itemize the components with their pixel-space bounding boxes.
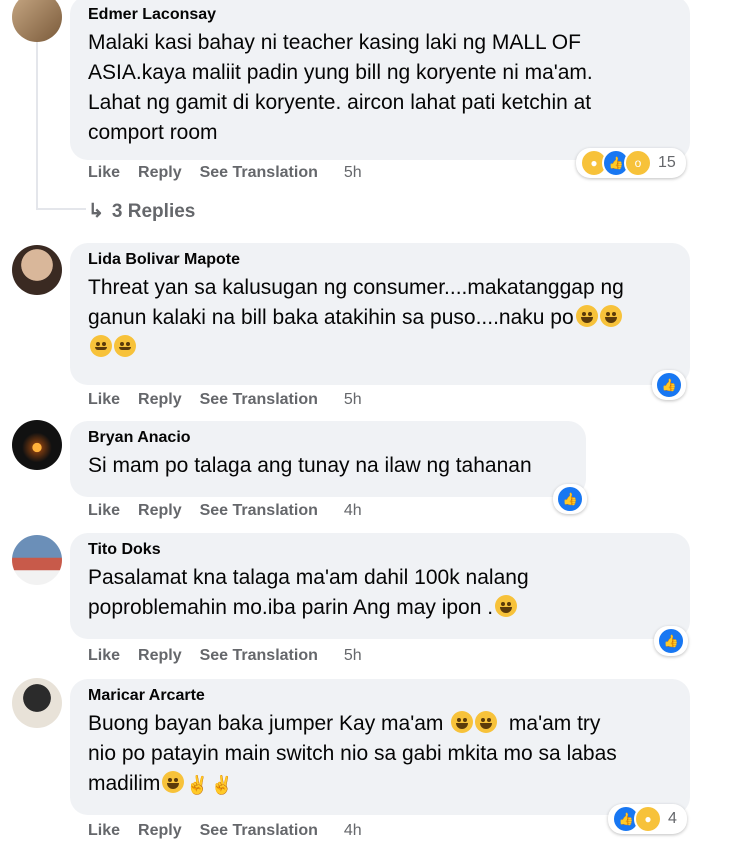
comment-actions: Like Reply See Translation 5h: [88, 164, 380, 182]
rofl-emoji-icon: [475, 711, 498, 733]
comment-author[interactable]: Tito Doks: [88, 541, 672, 559]
see-translation-link[interactable]: See Translation: [200, 647, 318, 665]
comment-bubble: Bryan Anacio Si mam po talaga ang tunay …: [70, 421, 586, 497]
comment-text-line: Buong bayan baka jumper Kay ma'am ma'am …: [88, 711, 601, 735]
rofl-emoji-icon: [495, 595, 518, 617]
comment-author[interactable]: Edmer Laconsay: [88, 6, 672, 24]
comment-timestamp[interactable]: 5h: [344, 164, 362, 182]
comment-author[interactable]: Lida Bolivar Mapote: [88, 251, 672, 269]
avatar[interactable]: [12, 535, 62, 585]
comment-text-line: Malaki kasi bahay ni teacher kasing laki…: [88, 31, 581, 54]
thread-line: [36, 40, 38, 210]
reply-button[interactable]: Reply: [138, 391, 182, 409]
like-reaction-icon: 👍: [655, 371, 683, 399]
reaction-summary[interactable]: 👍 ● 4: [608, 804, 687, 834]
comment-text-line: Si mam po talaga ang tunay na ilaw ng ta…: [88, 454, 532, 477]
see-translation-link[interactable]: See Translation: [200, 822, 318, 840]
comment-text-line: nio po patayin main switch nio sa gabi m…: [88, 742, 617, 765]
haha-emoji-icon: [575, 305, 598, 327]
wow-reaction-icon: o: [624, 149, 652, 177]
view-replies-link[interactable]: ↳ 3 Replies: [88, 200, 195, 223]
comment-text-line: ganun kalaki na bill baka atakihin sa pu…: [88, 303, 672, 333]
avatar[interactable]: [12, 0, 62, 42]
reply-arrow-icon: ↳: [88, 201, 104, 222]
reaction-summary[interactable]: 👍: [654, 626, 688, 656]
smile-emoji-icon: [114, 335, 136, 357]
victory-hand-icon: ✌: [186, 775, 209, 795]
reply-button[interactable]: Reply: [138, 647, 182, 665]
avatar[interactable]: [12, 678, 62, 728]
like-reaction-icon: 👍: [556, 485, 584, 513]
like-button[interactable]: Like: [88, 391, 120, 409]
see-translation-link[interactable]: See Translation: [200, 391, 318, 409]
reply-button[interactable]: Reply: [138, 502, 182, 520]
reaction-summary[interactable]: 👍: [553, 484, 587, 514]
comment-bubble: Maricar Arcarte Buong bayan baka jumper …: [70, 679, 690, 815]
comment-text-line: Pasalamat kna talaga ma'am dahil 100k na…: [88, 566, 529, 589]
reaction-count: 15: [658, 154, 676, 171]
comment-text-line: [88, 333, 672, 363]
like-button[interactable]: Like: [88, 164, 120, 182]
reply-button[interactable]: Reply: [138, 822, 182, 840]
like-reaction-icon: 👍: [657, 627, 685, 655]
comment-text-line: Lahat ng gamit di koryente. aircon lahat…: [88, 91, 592, 114]
haha-emoji-icon: [599, 305, 622, 327]
rofl-emoji-icon: [451, 711, 474, 733]
comment-text-line: poproblemahin mo.iba parin Ang may ipon …: [88, 593, 672, 623]
comment-text-line: comport room: [88, 121, 218, 144]
comment-timestamp[interactable]: 5h: [344, 647, 362, 665]
reaction-summary[interactable]: 👍: [652, 370, 686, 400]
thread-line-branch: [36, 208, 86, 210]
comment-text-line: Threat yan sa kalusugan ng consumer....m…: [88, 276, 624, 299]
comment-author[interactable]: Bryan Anacio: [88, 429, 568, 447]
reply-button[interactable]: Reply: [138, 164, 182, 182]
see-translation-link[interactable]: See Translation: [200, 164, 318, 182]
rofl-emoji-icon: [162, 771, 185, 793]
avatar[interactable]: [12, 420, 62, 470]
haha-emoji-icon: ●: [634, 805, 662, 833]
comment-actions: Like Reply See Translation 4h: [88, 502, 380, 520]
like-button[interactable]: Like: [88, 647, 120, 665]
like-button[interactable]: Like: [88, 822, 120, 840]
comment-bubble: Lida Bolivar Mapote Threat yan sa kalusu…: [70, 243, 690, 385]
comment-author[interactable]: Maricar Arcarte: [88, 687, 672, 705]
reaction-count: 4: [668, 810, 677, 827]
avatar[interactable]: [12, 245, 62, 295]
comment-text-line: madilim ✌ ✌: [88, 769, 672, 800]
comment-actions: Like Reply See Translation 4h: [88, 822, 380, 840]
victory-hand-icon: ✌: [210, 775, 234, 795]
comment-timestamp[interactable]: 4h: [344, 822, 362, 840]
comment-timestamp[interactable]: 5h: [344, 391, 362, 409]
comment-timestamp[interactable]: 4h: [344, 502, 362, 520]
comment-actions: Like Reply See Translation 5h: [88, 391, 380, 409]
like-button[interactable]: Like: [88, 502, 120, 520]
comment-text-line: ASIA.kaya maliit padin yung bill ng kory…: [88, 61, 593, 84]
comment-actions: Like Reply See Translation 5h: [88, 647, 380, 665]
see-translation-link[interactable]: See Translation: [200, 502, 318, 520]
smile-emoji-icon: [90, 335, 112, 357]
comment-bubble: Tito Doks Pasalamat kna talaga ma'am dah…: [70, 533, 690, 639]
comment-bubble: Edmer Laconsay Malaki kasi bahay ni teac…: [70, 0, 690, 160]
reaction-summary[interactable]: ● 👍 o 15: [576, 148, 686, 178]
